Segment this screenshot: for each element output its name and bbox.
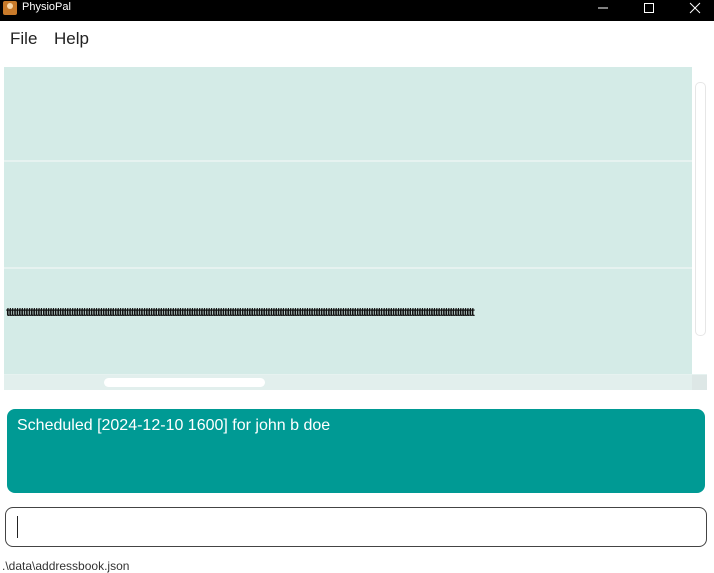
person-list-panel: tttttttttttttttttttttttttttttttttttttttt… — [4, 67, 707, 390]
result-display: Scheduled [2024-12-10 1600] for john b d… — [7, 409, 705, 493]
text-caret — [17, 516, 18, 538]
menu-help[interactable]: Help — [54, 29, 89, 49]
vertical-scroll-thumb[interactable] — [695, 82, 706, 336]
close-icon — [689, 2, 701, 14]
minimize-icon — [598, 7, 608, 9]
list-item[interactable]: tttttttttttttttttttttttttttttttttttttttt… — [4, 269, 692, 374]
close-button[interactable] — [672, 0, 714, 16]
maximize-icon — [644, 3, 654, 13]
list-item[interactable] — [4, 67, 692, 160]
status-bar-path: .\data\addressbook.json — [2, 559, 130, 573]
maximize-button[interactable] — [626, 0, 672, 16]
minimize-button[interactable] — [580, 0, 626, 16]
command-input[interactable] — [5, 507, 707, 547]
menu-file[interactable]: File — [10, 29, 37, 49]
horizontal-scroll-thumb[interactable] — [104, 378, 265, 387]
app-icon — [3, 1, 17, 15]
list-item[interactable] — [4, 162, 692, 267]
title-bar: PhysioPal — [0, 0, 714, 21]
window-title: PhysioPal — [22, 1, 71, 13]
result-message: Scheduled [2024-12-10 1600] for john b d… — [17, 417, 331, 434]
list-item-text: tttttttttttttttttttttttttttttttttttttttt… — [6, 305, 475, 319]
menu-bar: File Help — [0, 21, 714, 61]
scroll-corner — [692, 375, 707, 390]
